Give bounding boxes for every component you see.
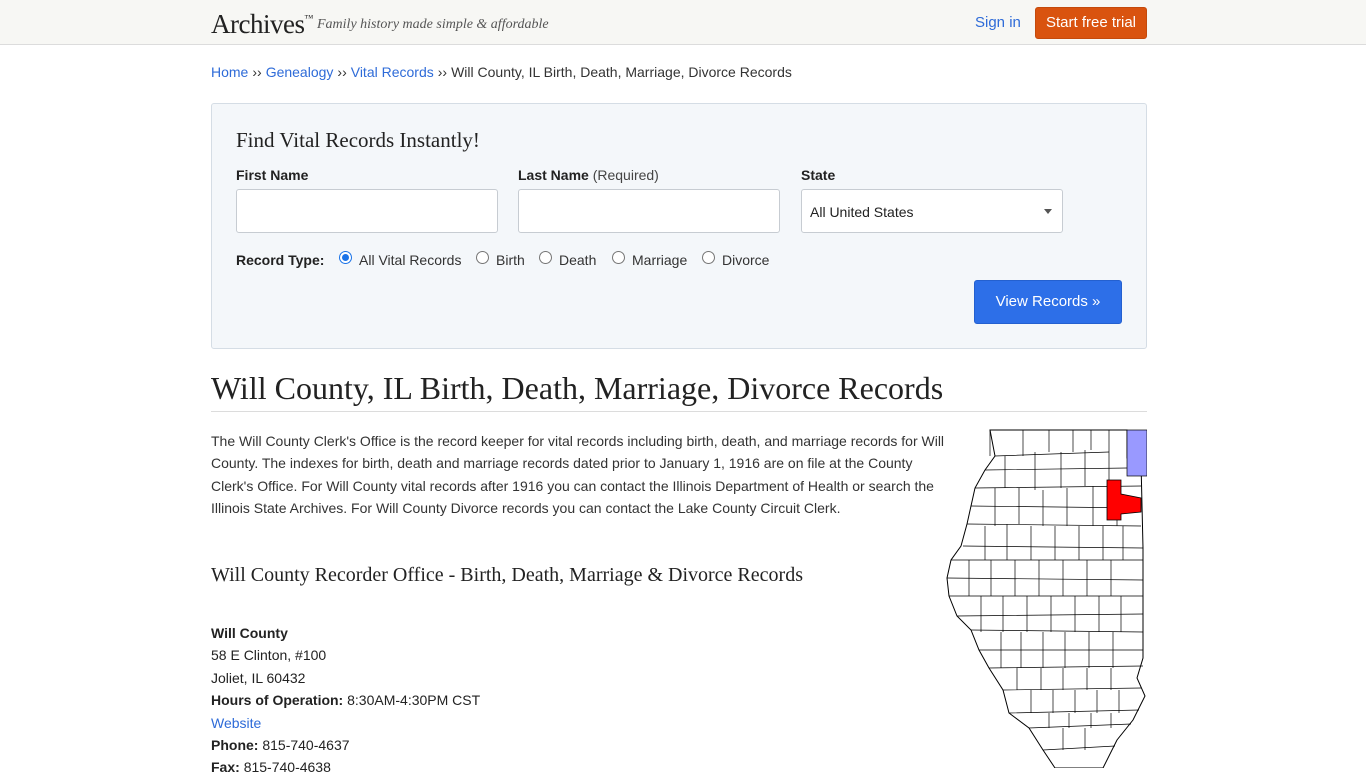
breadcrumb-genealogy[interactable]: Genealogy [266, 64, 334, 80]
hours-label: Hours of Operation: [211, 692, 344, 709]
radio-label-divorce[interactable]: Divorce [722, 252, 769, 268]
office-address-line1: 58 E Clinton, #100 [211, 647, 327, 664]
recorder-office-heading: Will County Recorder Office - Birth, Dea… [211, 564, 803, 586]
state-label: State [801, 167, 836, 183]
lake-michigan-region [1126, 429, 1147, 477]
fax-value: 815-740-4638 [243, 759, 331, 776]
required-note: (Required) [592, 167, 659, 183]
office-website-link[interactable]: Website [211, 715, 261, 731]
radio-marriage[interactable] [612, 251, 625, 264]
first-name-label: First Name [236, 167, 309, 183]
first-name-input[interactable] [236, 189, 498, 233]
breadcrumb-current: Will County, IL Birth, Death, Marriage, … [451, 64, 792, 80]
radio-label-marriage[interactable]: Marriage [632, 252, 687, 268]
office-name: Will County [211, 625, 288, 641]
radio-label-death[interactable]: Death [559, 252, 596, 268]
radio-death[interactable] [539, 251, 552, 264]
top-navbar: Archives™ Family history made simple & a… [0, 0, 1366, 45]
radio-divorce[interactable] [702, 251, 715, 264]
radio-birth[interactable] [476, 251, 489, 264]
vital-records-search-form: Find Vital Records Instantly! First Name… [211, 103, 1147, 349]
radio-label-birth[interactable]: Birth [496, 252, 525, 268]
breadcrumb-separator: ›› [252, 64, 262, 80]
page-title: Will County, IL Birth, Death, Marriage, … [211, 370, 944, 406]
search-heading: Find Vital Records Instantly! [236, 128, 480, 152]
fax-label: Fax: [211, 759, 240, 776]
sign-in-link[interactable]: Sign in [975, 14, 1021, 31]
office-address-line2: Joliet, IL 60432 [211, 669, 306, 686]
chevron-down-icon [1044, 209, 1052, 214]
phone-label: Phone: [211, 737, 259, 754]
breadcrumb-home[interactable]: Home [211, 64, 248, 80]
phone-value: 815-740-4637 [262, 737, 350, 754]
hours-value: 8:30AM-4:30PM CST [347, 692, 481, 709]
breadcrumb-vital-records[interactable]: Vital Records [351, 64, 434, 80]
radio-all-vital-records[interactable] [339, 251, 352, 264]
site-tagline: Family history made simple & affordable [317, 17, 549, 32]
breadcrumb: Home ›› Genealogy ›› Vital Records ›› Will Cou… [211, 64, 792, 80]
radio-label-all-vital-records[interactable]: All Vital Records [359, 252, 461, 268]
state-selected-value: All United States [810, 204, 914, 220]
view-records-button[interactable]: View Records » [974, 280, 1122, 324]
state-select[interactable]: All United States [801, 189, 1063, 233]
last-name-input[interactable] [518, 189, 780, 233]
title-divider [211, 411, 1147, 412]
breadcrumb-separator: ›› [437, 64, 448, 80]
record-type-label: Record Type: [236, 252, 325, 268]
illinois-county-map [946, 429, 1147, 768]
intro-paragraph: The Will County Clerk's Office is the re… [211, 433, 945, 516]
start-free-trial-button[interactable]: Start free trial [1035, 7, 1147, 39]
breadcrumb-separator: ›› [337, 64, 347, 80]
last-name-label: Last Name (Required) [518, 167, 659, 183]
office-details: Will County 58 E Clinton, #100 Joliet, I… [211, 622, 480, 779]
archives-logo[interactable]: Archives™ [211, 9, 313, 40]
